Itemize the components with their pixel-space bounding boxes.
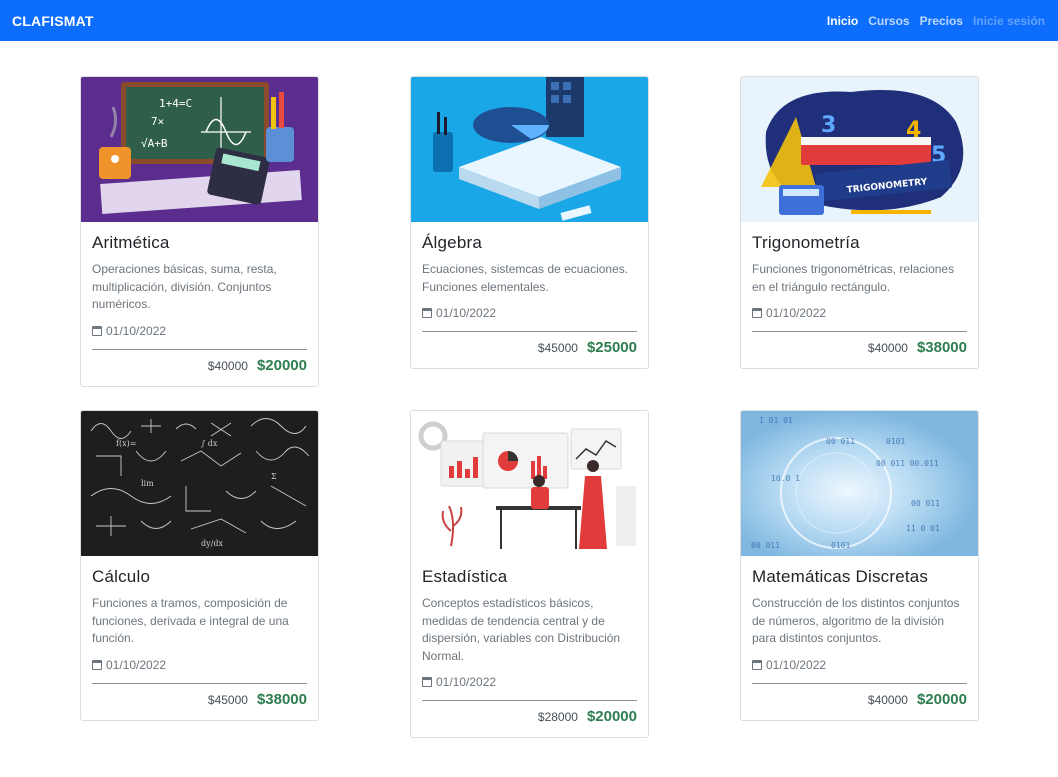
divider bbox=[422, 700, 637, 701]
divider bbox=[752, 331, 967, 332]
nav-links: Inicio Cursos Precios Inicie sesión bbox=[827, 14, 1045, 28]
card-description: Funciones trigonométricas, relaciones en… bbox=[752, 262, 955, 294]
divider bbox=[92, 348, 307, 350]
old-price: $40000 bbox=[867, 341, 908, 355]
card-title: Trigonometría bbox=[752, 233, 860, 252]
brand-logo[interactable]: CLAFISMAT bbox=[12, 13, 94, 29]
card-date: 01/10/2022 bbox=[106, 323, 167, 338]
svg-text:7×: 7× bbox=[151, 115, 164, 128]
card-date: 01/10/2022 bbox=[766, 306, 827, 320]
course-card-calculo[interactable]: f(x)= ∫ dx lim Σ dy/dx Cálculo Funciones… bbox=[80, 410, 319, 721]
card-title: Estadística bbox=[422, 567, 508, 586]
svg-text:lim: lim bbox=[141, 479, 154, 488]
discrete-math-illustration-icon: 1 01 01 00 011 0101 00 011 00.011 10.0 1… bbox=[741, 411, 978, 556]
nav-link-inicie-sesion: Inicie sesión bbox=[972, 13, 1045, 28]
svg-text:00 011: 00 011 bbox=[751, 541, 780, 550]
new-price: $25000 bbox=[586, 339, 637, 356]
svg-text:dy/dx: dy/dx bbox=[201, 539, 223, 548]
calendar-icon bbox=[422, 677, 432, 687]
old-price: $45000 bbox=[537, 341, 578, 355]
statistics-illustration-icon bbox=[411, 411, 648, 556]
card-date: 01/10/2022 bbox=[106, 657, 167, 672]
new-price: $38000 bbox=[256, 690, 307, 708]
old-price: $40000 bbox=[867, 692, 908, 707]
old-price: $40000 bbox=[207, 358, 248, 373]
divider bbox=[422, 331, 637, 332]
svg-text:f(x)=: f(x)= bbox=[116, 439, 136, 448]
svg-text:0101: 0101 bbox=[886, 437, 905, 446]
calendar-icon bbox=[422, 308, 432, 318]
course-card-estadistica[interactable]: Estadística Conceptos estadísticos básic… bbox=[410, 410, 649, 738]
calendar-icon bbox=[92, 325, 102, 336]
navbar: CLAFISMAT Inicio Cursos Precios Inicie s… bbox=[0, 0, 1058, 41]
svg-text:11 0 01: 11 0 01 bbox=[906, 524, 940, 533]
course-card-aritmetica[interactable]: 1+4=C 7× √A+B Aritmética Operaciones bás… bbox=[80, 76, 319, 387]
new-price: $20000 bbox=[256, 356, 307, 374]
svg-text:√A+B: √A+B bbox=[141, 137, 168, 150]
svg-text:0101: 0101 bbox=[831, 541, 850, 550]
svg-text:∫ dx: ∫ dx bbox=[201, 439, 218, 448]
svg-text:10.0 1: 10.0 1 bbox=[771, 474, 800, 483]
card-description: Ecuaciones, sistemcas de ecuaciones. Fun… bbox=[422, 262, 629, 294]
calendar-icon bbox=[92, 659, 102, 670]
svg-text:00 011: 00 011 bbox=[826, 437, 855, 446]
card-date: 01/10/2022 bbox=[766, 657, 827, 672]
card-description: Operaciones básicas, suma, resta, multip… bbox=[92, 262, 277, 311]
new-price: $20000 bbox=[586, 708, 637, 725]
nav-link-precios[interactable]: Precios bbox=[920, 14, 963, 28]
course-card-trigonometria[interactable]: 3 4 5 6 TRIGONOMETRY Trigonometría Funci… bbox=[740, 76, 979, 369]
divider bbox=[92, 682, 307, 684]
trigonometry-illustration-icon: 3 4 5 6 TRIGONOMETRY bbox=[741, 77, 978, 222]
svg-text:1 01 01: 1 01 01 bbox=[759, 416, 793, 425]
divider bbox=[752, 682, 967, 684]
card-title: Cálculo bbox=[92, 567, 151, 586]
calculus-chalkboard-illustration-icon: f(x)= ∫ dx lim Σ dy/dx bbox=[81, 411, 318, 556]
new-price: $20000 bbox=[916, 690, 967, 708]
card-title: Matemáticas Discretas bbox=[752, 567, 929, 586]
calendar-icon bbox=[752, 659, 762, 670]
course-card-matematicas-discretas[interactable]: 1 01 01 00 011 0101 00 011 00.011 10.0 1… bbox=[740, 410, 979, 721]
algebra-illustration-icon bbox=[411, 77, 648, 222]
svg-text:3: 3 bbox=[821, 113, 836, 138]
course-card-algebra[interactable]: Álgebra Ecuaciones, sistemcas de ecuacio… bbox=[410, 76, 649, 369]
card-description: Funciones a tramos, composición de funci… bbox=[92, 596, 289, 645]
card-description: Conceptos estadísticos básicos, medidas … bbox=[422, 596, 621, 663]
nav-link-cursos[interactable]: Cursos bbox=[868, 14, 909, 28]
svg-text:00 011 00.011: 00 011 00.011 bbox=[876, 459, 939, 468]
card-date: 01/10/2022 bbox=[436, 675, 497, 689]
svg-text:1+4=C: 1+4=C bbox=[159, 97, 192, 110]
svg-text:00 011: 00 011 bbox=[911, 499, 940, 508]
old-price: $45000 bbox=[207, 692, 248, 707]
svg-text:Σ: Σ bbox=[271, 472, 277, 481]
nav-link-inicio[interactable]: Inicio bbox=[827, 14, 858, 28]
card-description: Construcción de los distintos conjuntos … bbox=[752, 596, 960, 645]
new-price: $38000 bbox=[916, 339, 967, 356]
arithmetic-illustration-icon: 1+4=C 7× √A+B bbox=[81, 77, 318, 222]
calendar-icon bbox=[752, 308, 762, 318]
card-date: 01/10/2022 bbox=[436, 306, 497, 320]
card-title: Álgebra bbox=[422, 233, 482, 252]
card-title: Aritmética bbox=[92, 233, 170, 252]
old-price: $28000 bbox=[537, 710, 578, 724]
